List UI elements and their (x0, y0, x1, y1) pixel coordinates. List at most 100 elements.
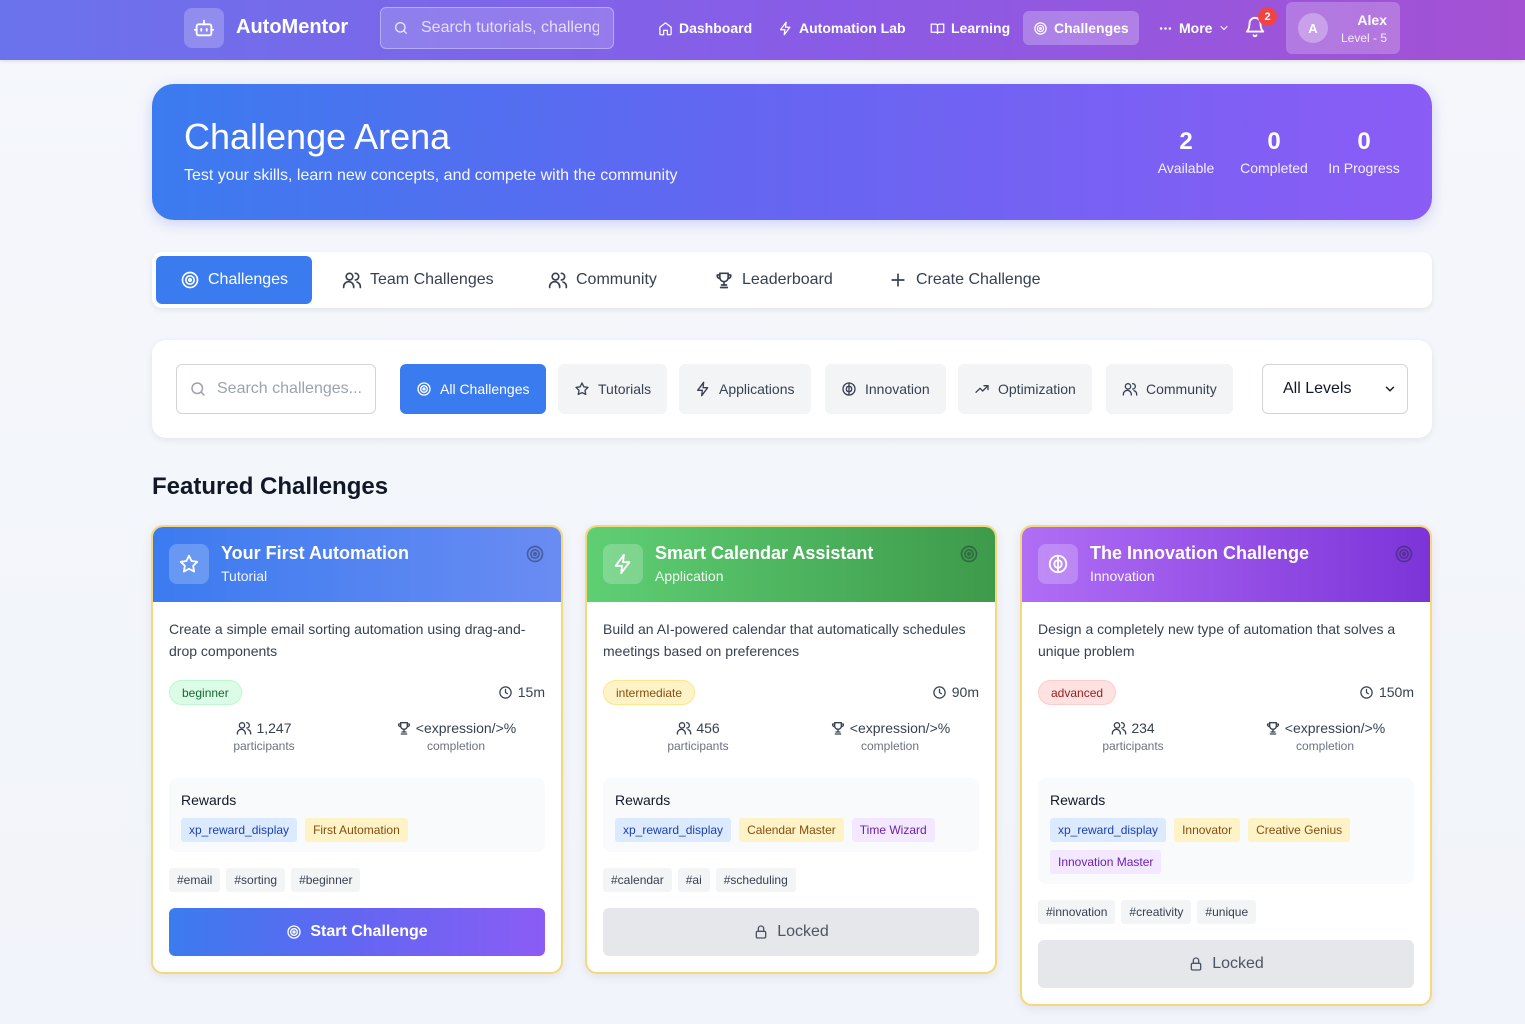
user-level: Level - 5 (1340, 31, 1387, 45)
robot-logo-icon[interactable] (184, 8, 224, 48)
tag[interactable]: #innovation (1038, 900, 1116, 924)
tag[interactable]: #unique (1197, 900, 1257, 924)
stat-value: 0 (1357, 128, 1371, 155)
filter-all-challenges[interactable]: All Challenges (400, 364, 546, 414)
reward-title: Innovation Master (1050, 850, 1162, 874)
rewards-title: Rewards (615, 792, 671, 808)
stat-available: 2 Available (1154, 128, 1218, 176)
nav-more-dropdown[interactable]: More (1148, 11, 1240, 45)
nav-automation-lab[interactable]: Automation Lab (768, 11, 916, 45)
participants-label: participants (233, 739, 295, 753)
global-search-input[interactable] (421, 19, 599, 37)
star-icon (169, 544, 209, 584)
filter-applications[interactable]: Applications (679, 364, 811, 414)
tab-community[interactable]: Community (524, 256, 681, 304)
reward-badge: Creative Genius (1248, 818, 1351, 842)
tag[interactable]: #sorting (226, 868, 286, 892)
users-icon (236, 720, 252, 736)
trophy-icon (830, 720, 846, 736)
participants-label: participants (1102, 739, 1164, 753)
target-icon (959, 544, 979, 564)
tag[interactable]: #beginner (291, 868, 361, 892)
stat-completed: 0 Completed (1236, 128, 1312, 176)
page-subtitle: Test your skills, learn new concepts, an… (184, 167, 678, 184)
tab-challenges[interactable]: Challenges (156, 256, 313, 304)
stat-label: In Progress (1328, 160, 1400, 176)
clock-icon (498, 685, 513, 700)
tab-leaderboard[interactable]: Leaderboard (690, 256, 857, 304)
target-icon (1394, 544, 1414, 564)
challenge-card-smart-calendar[interactable]: Smart Calendar Assistant Application Bui… (585, 525, 997, 974)
trophy-icon (1265, 720, 1281, 736)
challenge-search-input[interactable] (217, 380, 367, 398)
book-icon (930, 21, 945, 36)
card-type: Innovation (1090, 568, 1155, 584)
filter-innovation[interactable]: Innovation (825, 364, 946, 414)
reward-badge: First Automation (305, 818, 408, 842)
duration-value: 15m (517, 684, 545, 700)
users-icon (1111, 720, 1127, 736)
button-label: Locked (777, 923, 829, 940)
card-description: Build an AI-powered calendar that automa… (603, 621, 966, 659)
participants-value: 234 (1131, 720, 1155, 736)
challenge-search[interactable] (176, 364, 376, 414)
stat-label: Available (1157, 160, 1215, 176)
reward-badge: Innovator (1174, 818, 1241, 842)
user-menu[interactable]: A Alex Level - 5 (1286, 2, 1400, 54)
tag[interactable]: #ai (677, 868, 710, 892)
nav-challenges[interactable]: Challenges (1023, 11, 1139, 45)
tab-team-challenges[interactable]: Team Challenges (318, 256, 518, 304)
users-icon (548, 270, 568, 290)
participants-stat: 456 participants (603, 720, 793, 753)
tab-label: Leaderboard (742, 271, 833, 288)
completion-stat: <expression/>% completion (795, 720, 985, 753)
locked-button[interactable]: Locked (603, 908, 979, 956)
card-header: The Innovation Challenge Innovation (1022, 527, 1430, 602)
filter-label: Innovation (865, 381, 930, 397)
filter-community[interactable]: Community (1106, 364, 1233, 414)
brain-icon (1038, 544, 1078, 584)
filter-label: Tutorials (598, 381, 652, 397)
nav-learning[interactable]: Learning (920, 11, 1020, 45)
completion-value: <expression/>% (1284, 720, 1386, 736)
tab-create-challenge[interactable]: Create Challenge (864, 256, 1065, 304)
duration-value: 90m (951, 684, 979, 700)
tag[interactable]: #calendar (603, 868, 672, 892)
card-type: Application (655, 568, 724, 584)
difficulty-badge: beginner (169, 680, 242, 705)
start-challenge-button[interactable]: Start Challenge (169, 908, 545, 956)
card-description: Design a completely new type of automati… (1038, 621, 1396, 659)
tab-label: Community (576, 271, 657, 288)
filter-bar: All Challenges Tutorials Applications In… (152, 340, 1432, 438)
tab-label: Team Challenges (370, 271, 494, 288)
stat-value: 0 (1267, 128, 1281, 155)
filter-tutorials[interactable]: Tutorials (558, 364, 668, 414)
card-type: Tutorial (221, 568, 268, 584)
page-title: Challenge Arena (184, 116, 451, 157)
locked-button[interactable]: Locked (1038, 940, 1414, 988)
home-icon (658, 21, 673, 36)
rewards-box: Rewards xp_reward_display Calendar Maste… (603, 778, 979, 852)
participants-value: 456 (696, 720, 720, 736)
card-header: Smart Calendar Assistant Application (587, 527, 995, 602)
brand-name[interactable]: AutoMentor (236, 16, 348, 39)
duration: 90m (932, 684, 979, 700)
brain-icon (841, 381, 857, 397)
button-label: Start Challenge (310, 923, 428, 940)
nav-dashboard[interactable]: Dashboard (648, 11, 762, 45)
level-select[interactable]: All Levels (1262, 364, 1408, 414)
tag[interactable]: #scheduling (715, 868, 796, 892)
notification-badge: 2 (1258, 7, 1277, 26)
filter-optimization[interactable]: Optimization (958, 364, 1092, 414)
challenge-card-first-automation[interactable]: Your First Automation Tutorial Create a … (151, 525, 563, 974)
global-search[interactable] (380, 7, 614, 49)
reward-badge: Calendar Master (739, 818, 844, 842)
tag[interactable]: #email (169, 868, 221, 892)
challenge-card-innovation[interactable]: The Innovation Challenge Innovation Desi… (1020, 525, 1432, 1006)
duration: 15m (498, 684, 545, 700)
participants-stat: 234 participants (1038, 720, 1228, 753)
tag[interactable]: #creativity (1121, 900, 1192, 924)
card-header: Your First Automation Tutorial (153, 527, 561, 602)
reward-title: Time Wizard (851, 818, 935, 842)
top-navbar: AutoMentor Dashboard Automation Lab Lear… (0, 0, 1525, 60)
